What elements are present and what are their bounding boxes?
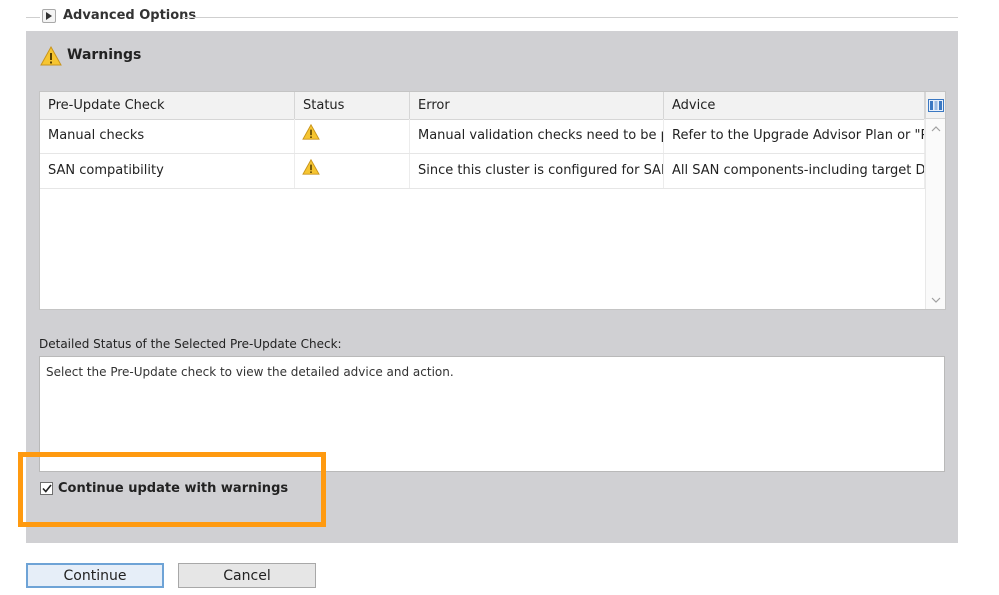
cell-advice: All SAN components-including target Da..… <box>664 154 925 188</box>
continue-button[interactable]: Continue <box>26 563 164 588</box>
cell-error: Since this cluster is configured for SAN… <box>410 154 664 188</box>
table-header: Pre-Update Check Status Error Advice <box>40 92 925 120</box>
column-chooser-button[interactable] <box>925 92 945 119</box>
warning-icon <box>302 159 320 175</box>
warnings-title: Warnings <box>67 47 142 63</box>
advanced-options-label: Advanced Options <box>63 8 197 23</box>
expand-advanced-options-button[interactable] <box>42 9 56 23</box>
scroll-up-button[interactable] <box>930 124 942 134</box>
pre-update-checks-table: Pre-Update Check Status Error Advice Man… <box>39 91 946 310</box>
warning-icon <box>302 124 320 140</box>
cancel-button[interactable]: Cancel <box>178 563 316 588</box>
cell-status <box>295 154 410 188</box>
chevron-down-icon <box>931 297 941 303</box>
table-row[interactable]: SAN compatibility Since this cluster is … <box>40 154 925 189</box>
columns-icon <box>927 98 944 112</box>
scroll-down-button[interactable] <box>930 295 942 305</box>
warning-icon <box>40 46 62 66</box>
table-row[interactable]: Manual checks Manual validation checks n… <box>40 119 925 154</box>
triangle-right-icon <box>46 12 52 20</box>
highlight-box <box>18 452 326 527</box>
column-header-advice[interactable]: Advice <box>664 92 925 119</box>
cell-error: Manual validation checks need to be p... <box>410 119 664 153</box>
advanced-options-divider-left <box>26 17 40 18</box>
cell-status <box>295 119 410 153</box>
cell-advice: Refer to the Upgrade Advisor Plan or "P.… <box>664 119 925 153</box>
chevron-up-icon <box>931 126 941 132</box>
table-vertical-scrollbar[interactable] <box>925 119 945 309</box>
advanced-options-divider-right <box>182 17 958 18</box>
column-header-status[interactable]: Status <box>295 92 410 119</box>
cell-pre-update-check: SAN compatibility <box>40 154 295 188</box>
column-header-error[interactable]: Error <box>410 92 664 119</box>
cell-pre-update-check: Manual checks <box>40 119 295 153</box>
column-header-pre-update-check[interactable]: Pre-Update Check <box>40 92 295 119</box>
detailed-status-label: Detailed Status of the Selected Pre-Upda… <box>39 337 342 351</box>
